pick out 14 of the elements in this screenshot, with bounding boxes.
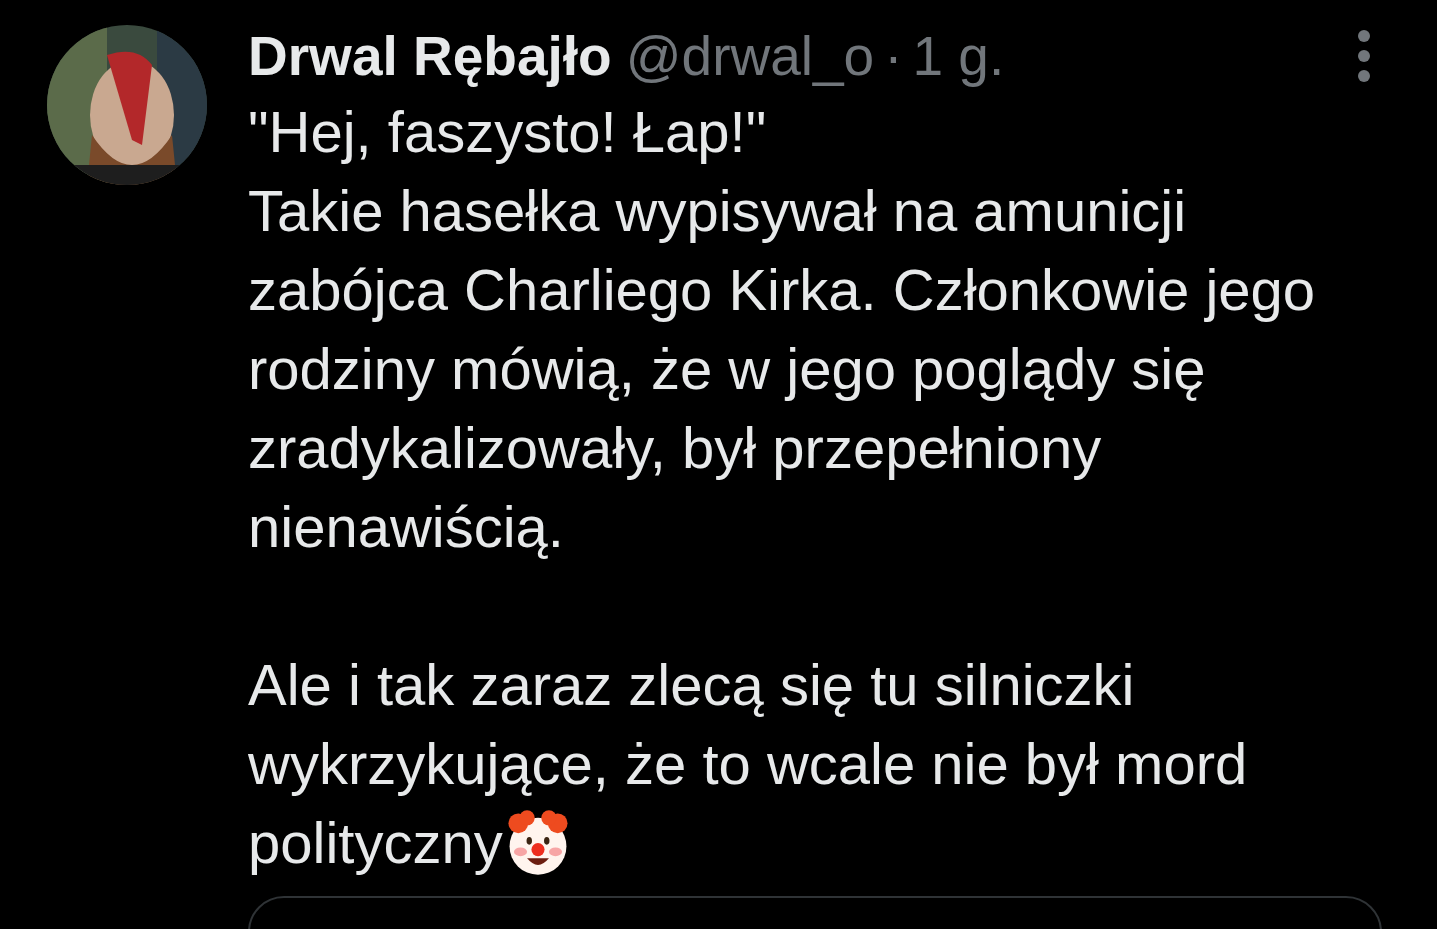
tweet-text-line: Ale i tak zaraz zlecą się tu silniczki <box>248 651 1135 719</box>
tweet-text-line: rodziny mówią, że w jego poglądy się <box>248 335 1206 403</box>
tweet-text-line: wykrzykujące, że to wcale nie był mord <box>248 730 1248 798</box>
display-name[interactable]: Drwal Rębajło <box>248 25 612 87</box>
more-icon[interactable] <box>1357 29 1371 83</box>
tweet-text-line: polityczny <box>248 809 503 877</box>
handle[interactable]: @drwal_o <box>625 25 875 87</box>
tweet-text-line: nienawiścią. <box>248 493 564 561</box>
tweet-text-line: zabójca Charliego Kirka. Członkowie jego <box>248 256 1316 324</box>
tweet-text-line: zradykalizowały, był przepełniony <box>248 414 1102 482</box>
tweet-text-line: "Hej, faszysto! Łap!" <box>248 98 767 166</box>
separator: · <box>884 25 903 87</box>
tweet-text-line: Takie hasełka wypisywał na amunicji <box>248 177 1187 245</box>
timestamp[interactable]: 1 g. <box>912 25 1005 87</box>
